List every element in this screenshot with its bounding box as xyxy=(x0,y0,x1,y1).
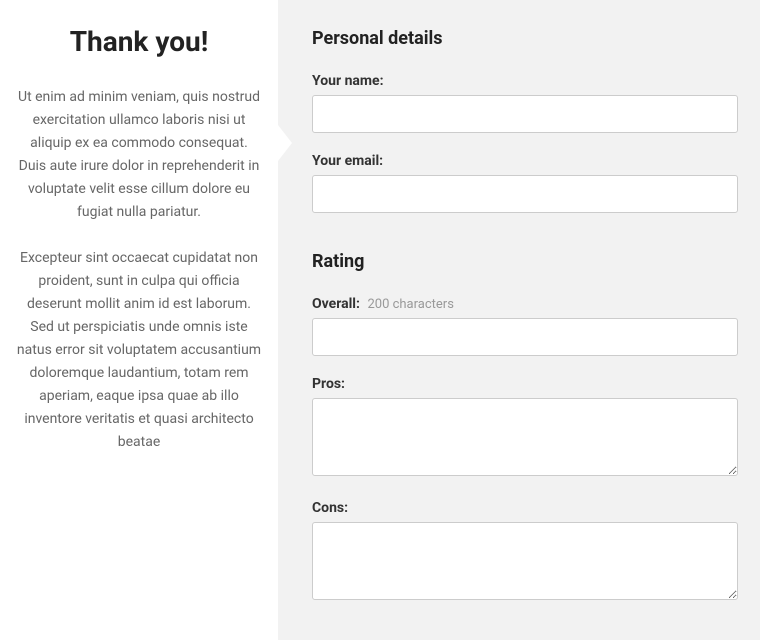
email-input[interactable] xyxy=(312,175,738,213)
pros-label: Pros: xyxy=(312,376,738,392)
pros-textarea[interactable] xyxy=(312,398,738,476)
name-field-group: Your name: xyxy=(312,73,738,133)
overall-hint: 200 characters xyxy=(367,297,453,312)
email-label: Your email: xyxy=(312,153,738,169)
overall-input[interactable] xyxy=(312,318,738,356)
cons-label: Cons: xyxy=(312,500,738,516)
email-field-group: Your email: xyxy=(312,153,738,213)
overall-label-text: Overall: xyxy=(312,296,360,312)
form-panel: Personal details Your name: Your email: … xyxy=(278,0,760,640)
overall-label: Overall: 200 characters xyxy=(312,296,738,312)
name-input[interactable] xyxy=(312,95,738,133)
rating-heading: Rating xyxy=(312,251,738,272)
thank-you-title: Thank you! xyxy=(15,25,263,58)
pros-field-group: Pros: xyxy=(312,376,738,480)
personal-details-heading: Personal details xyxy=(312,28,738,49)
name-label: Your name: xyxy=(312,73,738,89)
intro-panel: Thank you! Ut enim ad minim veniam, quis… xyxy=(0,0,278,640)
intro-paragraph-2: Excepteur sint occaecat cupidatat non pr… xyxy=(15,247,263,455)
cons-textarea[interactable] xyxy=(312,522,738,600)
overall-field-group: Overall: 200 characters xyxy=(312,296,738,356)
cons-field-group: Cons: xyxy=(312,500,738,604)
intro-paragraph-1: Ut enim ad minim veniam, quis nostrud ex… xyxy=(15,86,263,225)
